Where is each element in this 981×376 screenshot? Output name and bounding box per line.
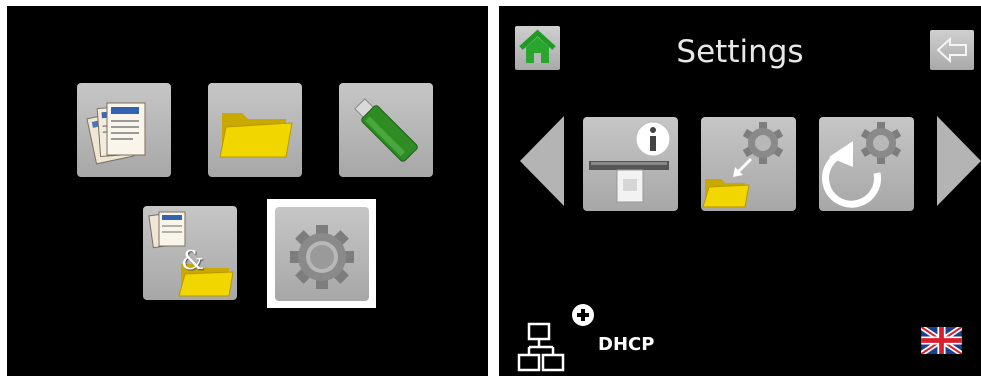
- back-button[interactable]: [930, 30, 974, 70]
- usb-drive-icon: [354, 98, 418, 162]
- page-title: Settings: [676, 34, 804, 70]
- documents-folder-tile[interactable]: &: [143, 206, 237, 300]
- network-plus-icon: [517, 304, 594, 372]
- reset-settings-option[interactable]: [819, 117, 914, 211]
- info-icon: [589, 121, 671, 203]
- documents-icon: [86, 102, 146, 165]
- main-menu-screen: &: [7, 6, 488, 376]
- back-arrow-icon: [936, 36, 967, 64]
- usb-drive-tile[interactable]: [339, 83, 433, 177]
- network-mode-label: DHCP: [598, 334, 655, 355]
- folder-tile[interactable]: [208, 83, 302, 177]
- uk-flag-icon: [919, 324, 964, 357]
- settings-screen: Settings DHCP: [499, 6, 981, 376]
- previous-page-arrow-icon[interactable]: [520, 116, 566, 206]
- export-settings-option[interactable]: [701, 117, 796, 211]
- next-page-arrow-icon[interactable]: [935, 116, 981, 206]
- folder-gear-icon: [702, 122, 784, 208]
- device-info-option[interactable]: [583, 117, 678, 211]
- network-settings-button[interactable]: [513, 301, 595, 376]
- gear-icon: [290, 225, 354, 289]
- ampersand-glyph: &: [181, 246, 205, 276]
- language-button[interactable]: [919, 324, 964, 357]
- folder-icon: [219, 113, 293, 158]
- documents-tile[interactable]: [77, 83, 171, 177]
- reset-gear-icon: [822, 122, 902, 208]
- settings-tile[interactable]: [275, 207, 369, 301]
